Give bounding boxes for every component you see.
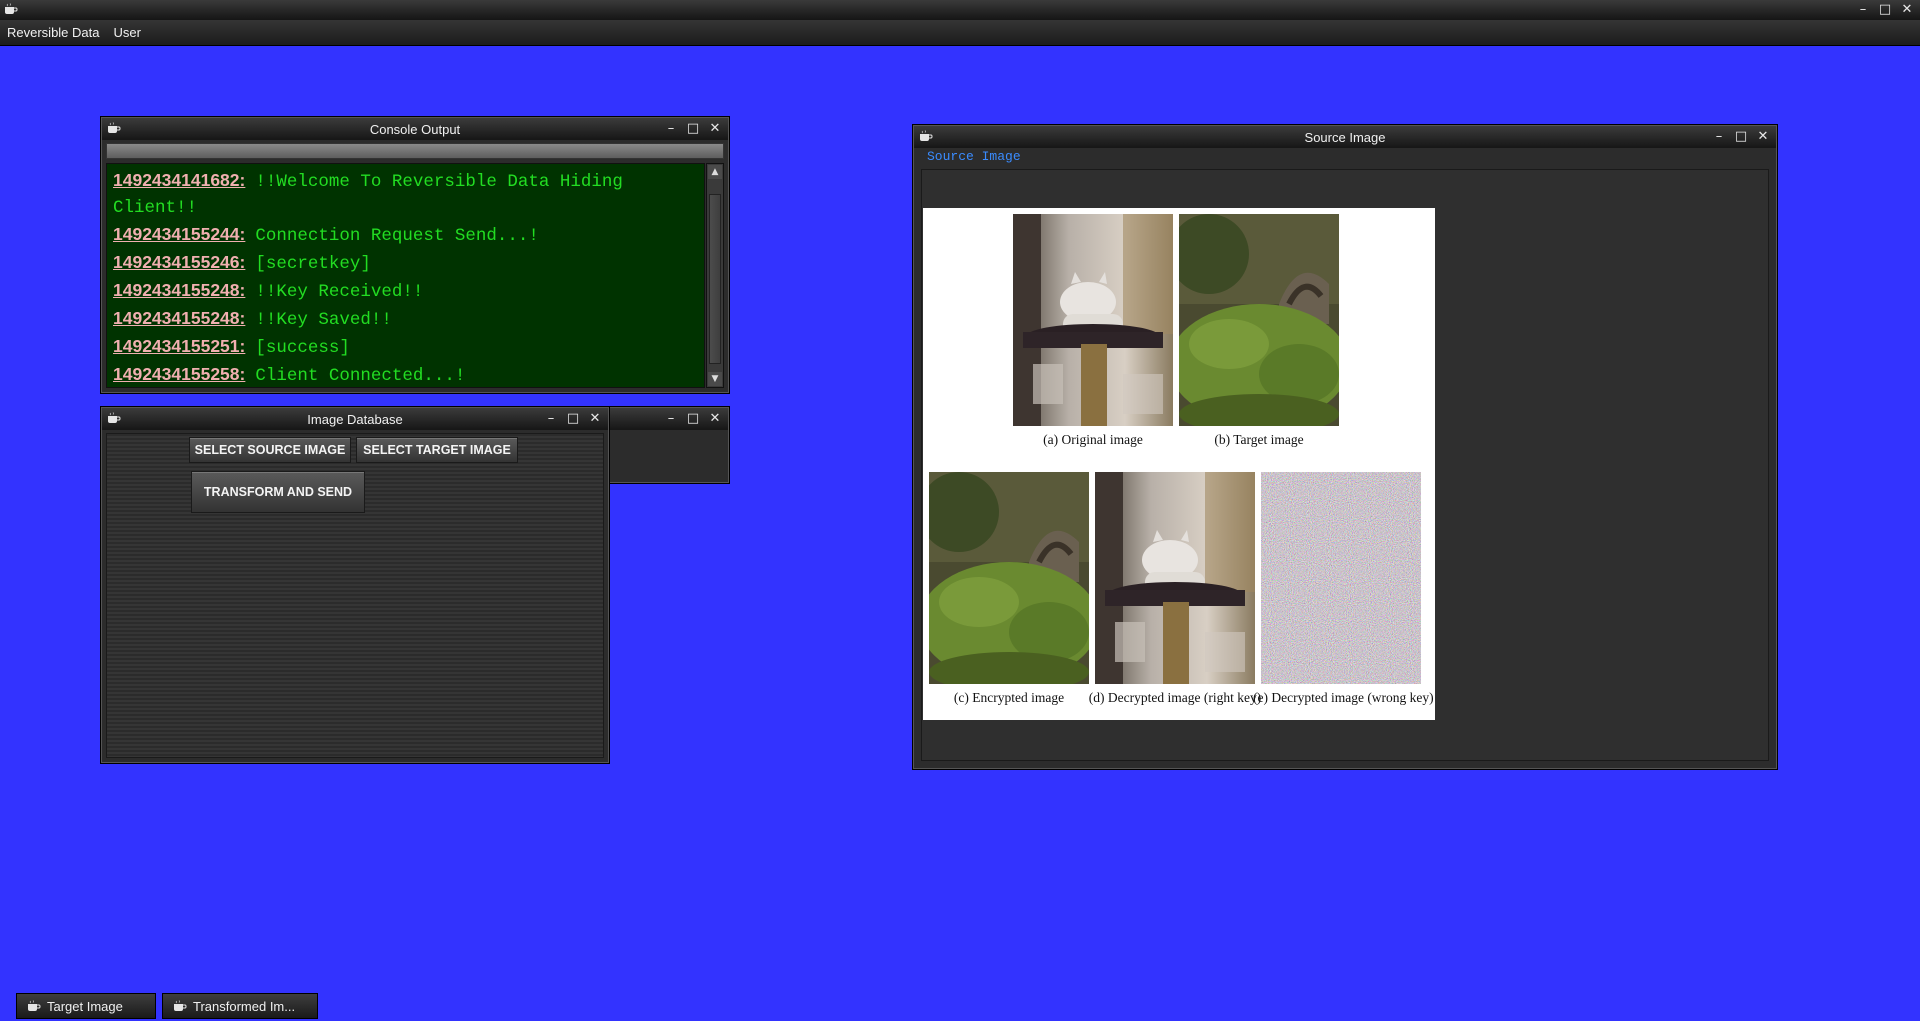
java-coffee-icon	[27, 1000, 41, 1012]
maximize-icon[interactable]: □	[684, 411, 702, 427]
log-message: !!Key Saved!!	[255, 310, 392, 330]
taskbar-transformed-image[interactable]: Transformed Im...	[162, 993, 318, 1019]
close-icon[interactable]: ✕	[586, 411, 604, 427]
maximize-icon[interactable]: □	[684, 121, 702, 137]
minimize-icon[interactable]: –	[662, 411, 680, 427]
select-target-image-button[interactable]: SELECT TARGET IMAGE	[356, 437, 518, 463]
app-maximize-icon[interactable]: □	[1876, 2, 1894, 18]
minimize-icon[interactable]: –	[542, 411, 560, 427]
source-image-group-label: Source Image	[927, 149, 1021, 164]
minimized-frames-bar: Target Image Transformed Im...	[0, 991, 1920, 1021]
select-source-image-button[interactable]: SELECT SOURCE IMAGE	[189, 437, 351, 463]
transform-and-send-button[interactable]: TRANSFORM AND SEND	[191, 471, 365, 513]
taskbar-target-image[interactable]: Target Image	[16, 993, 156, 1019]
console-toolbar-strip	[106, 143, 724, 159]
decrypted-wrong-key-image	[1261, 472, 1421, 684]
console-log-line: 1492434155246: [secretkey]	[113, 249, 698, 277]
app-minimize-icon[interactable]: –	[1854, 2, 1872, 18]
console-title-bar[interactable]: Console Output – □ ✕	[102, 118, 728, 140]
taskbar-transformed-image-label: Transformed Im...	[193, 998, 296, 1014]
caption-d: (d) Decrypted image (right key)	[1088, 690, 1262, 705]
log-timestamp: 1492434141682:	[113, 170, 246, 190]
log-timestamp: 1492434155248:	[113, 308, 246, 328]
caption-a: (a) Original image	[1043, 432, 1143, 447]
log-message: Connection Request Send...!	[255, 226, 539, 246]
encrypted-image	[929, 472, 1089, 684]
console-log-line: 1492434155251: [success]	[113, 333, 698, 361]
java-coffee-icon	[173, 1000, 187, 1012]
log-message: !!Key Received!!	[255, 282, 424, 302]
close-icon[interactable]: ✕	[706, 121, 724, 137]
log-message: Client Connected...!	[255, 366, 466, 386]
image-database-title: Image Database	[307, 412, 403, 427]
log-timestamp: 1492434155244:	[113, 224, 246, 244]
close-icon[interactable]: ✕	[706, 411, 724, 427]
background-window[interactable]: – □ ✕	[600, 406, 730, 484]
source-image-panel: (a) Original image (b) Target image (c) …	[921, 169, 1769, 761]
image-database-window[interactable]: Image Database – □ ✕ SELECT SOURCE IMAGE…	[100, 406, 610, 764]
source-image-window[interactable]: Source Image – □ ✕ Source Image (a) Orig…	[912, 124, 1778, 770]
menu-bar: Reversible Data User	[0, 20, 1920, 46]
caption-c: (c) Encrypted image	[953, 690, 1065, 705]
log-message: !!Welcome To Reversible Data Hiding	[255, 172, 623, 192]
menu-user[interactable]: User	[107, 25, 148, 40]
app-close-icon[interactable]: ✕	[1898, 2, 1916, 18]
scroll-up-icon[interactable]: ▲	[708, 165, 722, 179]
source-image-title: Source Image	[1304, 130, 1386, 145]
console-title: Console Output	[369, 122, 461, 137]
source-image-title-bar[interactable]: Source Image – □ ✕	[914, 126, 1776, 148]
menu-reversible-data[interactable]: Reversible Data	[0, 25, 107, 40]
console-log-area[interactable]: 1492434141682: !!Welcome To Reversible Da…	[106, 163, 705, 388]
log-message: [secretkey]	[255, 254, 371, 274]
original-image	[1013, 214, 1173, 426]
log-timestamp: 1492434155258:	[113, 364, 246, 384]
console-log-line: 1492434155258: Client Connected...!	[113, 361, 698, 387]
console-log-line: 1492434155248: !!Key Saved!!	[113, 305, 698, 333]
minimize-icon[interactable]: –	[662, 121, 680, 137]
caption-e: (e) Decrypted image (wrong key)	[1253, 690, 1434, 705]
scroll-thumb[interactable]	[709, 194, 721, 364]
log-message: Client!!	[113, 198, 198, 218]
console-log-line: Client!!	[113, 195, 698, 221]
minimize-icon[interactable]: –	[1710, 129, 1728, 145]
desktop: Console Output – □ ✕ 1492434141682: !!Wel…	[0, 46, 1920, 991]
java-coffee-icon	[4, 3, 18, 15]
app-title-bar: – □ ✕	[0, 0, 1920, 20]
scroll-down-icon[interactable]: ▼	[708, 372, 722, 386]
caption-b: (b) Target image	[1214, 432, 1304, 447]
log-timestamp: 1492434155251:	[113, 336, 246, 356]
console-log-line: 1492434141682: !!Welcome To Reversible Da…	[113, 167, 698, 195]
log-timestamp: 1492434155246:	[113, 252, 246, 272]
background-window-title-bar[interactable]: – □ ✕	[602, 408, 728, 430]
log-message: [success]	[255, 338, 350, 358]
target-image	[1179, 214, 1339, 426]
source-image-figure: (a) Original image (b) Target image (c) …	[923, 208, 1435, 720]
decrypted-right-key-image	[1095, 472, 1255, 684]
console-output-window[interactable]: Console Output – □ ✕ 1492434141682: !!Wel…	[100, 116, 730, 394]
console-log-line: 1492434155244: Connection Request Send...…	[113, 221, 698, 249]
close-icon[interactable]: ✕	[1754, 129, 1772, 145]
maximize-icon[interactable]: □	[564, 411, 582, 427]
maximize-icon[interactable]: □	[1732, 129, 1750, 145]
console-scrollbar[interactable]: ▲ ▼	[706, 163, 724, 388]
console-log-line: 1492434155248: !!Key Received!!	[113, 277, 698, 305]
taskbar-target-image-label: Target Image	[47, 998, 123, 1014]
image-database-title-bar[interactable]: Image Database – □ ✕	[102, 408, 608, 430]
log-timestamp: 1492434155248:	[113, 280, 246, 300]
